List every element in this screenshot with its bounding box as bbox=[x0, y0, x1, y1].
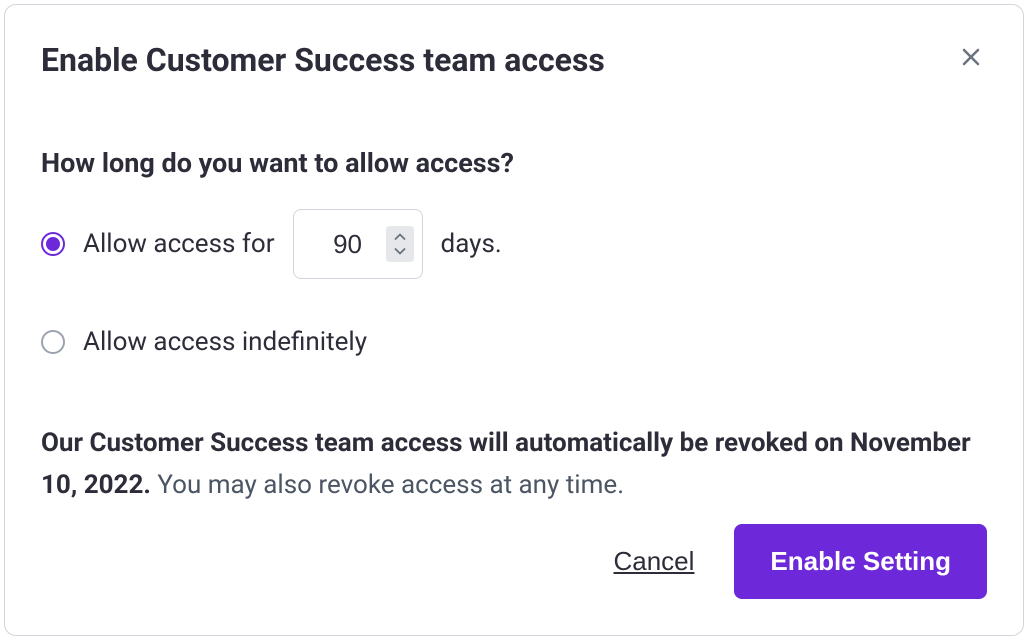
radio-indefinite[interactable] bbox=[41, 330, 65, 354]
days-stepper bbox=[386, 226, 414, 262]
stepper-down-button[interactable] bbox=[390, 244, 410, 258]
duration-suffix: days. bbox=[441, 229, 502, 259]
revoke-info-rest: You may also revoke access at any time. bbox=[151, 470, 624, 500]
option-indefinite-label: Allow access indefinitely bbox=[83, 327, 367, 357]
option-duration-label: Allow access for bbox=[83, 209, 502, 279]
access-options: Allow access for bbox=[41, 209, 987, 405]
modal-footer: Cancel Enable Setting bbox=[41, 524, 987, 599]
modal-title: Enable Customer Success team access bbox=[41, 41, 605, 79]
close-button[interactable] bbox=[955, 41, 987, 73]
access-duration-question: How long do you want to allow access? bbox=[41, 147, 987, 179]
chevron-up-icon bbox=[394, 233, 406, 241]
duration-prefix: Allow access for bbox=[83, 229, 275, 259]
days-input[interactable] bbox=[318, 229, 378, 260]
days-input-wrap bbox=[293, 209, 423, 279]
option-indefinite-row: Allow access indefinitely bbox=[41, 327, 987, 357]
close-icon bbox=[959, 45, 983, 69]
indefinite-text: Allow access indefinitely bbox=[83, 327, 367, 357]
enable-access-modal: Enable Customer Success team access How … bbox=[4, 4, 1024, 636]
chevron-down-icon bbox=[394, 247, 406, 255]
cancel-button[interactable]: Cancel bbox=[613, 546, 694, 577]
enable-setting-button[interactable]: Enable Setting bbox=[734, 524, 987, 599]
modal-header: Enable Customer Success team access bbox=[41, 41, 987, 79]
stepper-up-button[interactable] bbox=[390, 230, 410, 244]
radio-duration[interactable] bbox=[41, 232, 65, 256]
revoke-info: Our Customer Success team access will au… bbox=[41, 423, 987, 506]
option-duration-row: Allow access for bbox=[41, 209, 987, 279]
